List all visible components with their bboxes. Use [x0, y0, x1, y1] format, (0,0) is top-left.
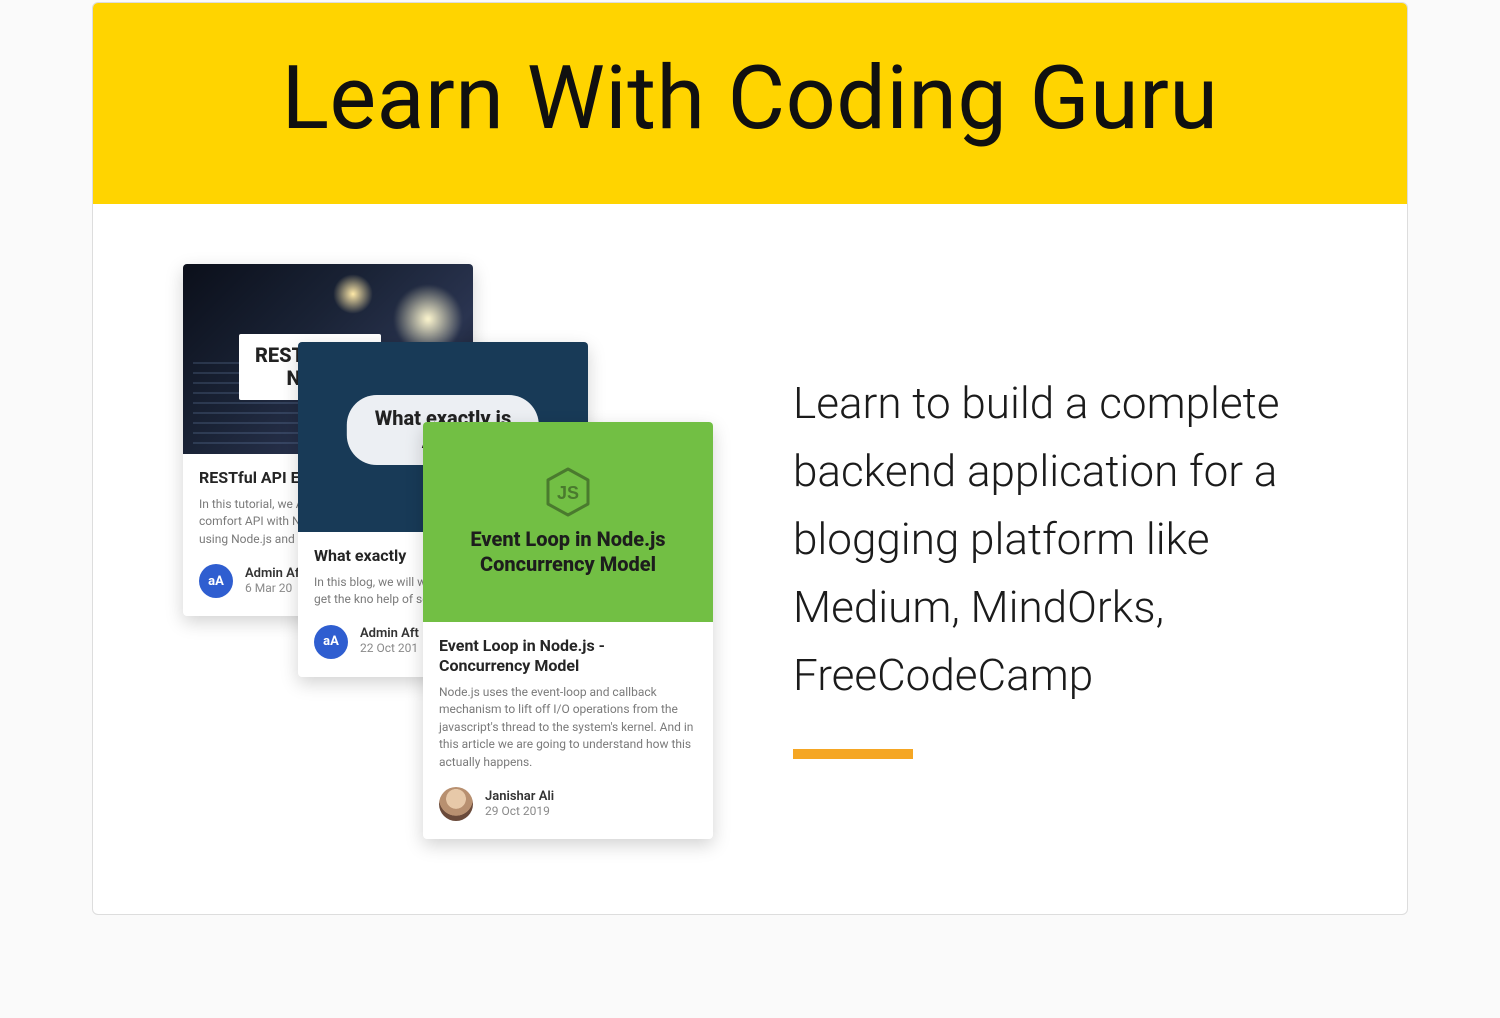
right-column: Learn to build a complete backend applic…: [793, 339, 1337, 760]
author-name: Admin Aft: [360, 627, 419, 642]
author-name: Janishar Ali: [485, 790, 554, 805]
svg-text:JS: JS: [557, 483, 579, 503]
card-excerpt: Node.js uses the event-loop and callback…: [439, 684, 697, 771]
publish-date: 29 Oct 2019: [485, 805, 554, 819]
card-footer: Janishar Ali 29 Oct 2019: [423, 787, 713, 839]
card-title: Event Loop in Node.js - Concurrency Mode…: [439, 636, 697, 676]
publish-date: 22 Oct 201: [360, 642, 419, 656]
lead-paragraph: Learn to build a complete backend applic…: [793, 369, 1337, 710]
card-body: Event Loop in Node.js - Concurrency Mode…: [423, 622, 713, 787]
avatar: [439, 787, 473, 821]
card-hero-label: Event Loop in Node.js Concurrency Model: [470, 527, 665, 577]
card-hero: JS Event Loop in Node.js Concurrency Mod…: [423, 422, 713, 622]
content-row: RESTful API Node RESTful API Express In …: [93, 204, 1407, 914]
avatar: aA: [199, 564, 233, 598]
accent-underline: [793, 749, 913, 759]
banner-title: Learn With Coding Guru: [113, 47, 1387, 150]
author-name: Admin Af: [245, 567, 299, 582]
publish-date: 6 Mar 20: [245, 582, 299, 596]
promo-frame: Learn With Coding Guru RESTful API Node …: [92, 2, 1408, 915]
nodejs-icon: JS: [546, 467, 590, 517]
article-card[interactable]: JS Event Loop in Node.js Concurrency Mod…: [423, 422, 713, 839]
cards-stack: RESTful API Node RESTful API Express In …: [183, 264, 743, 834]
banner: Learn With Coding Guru: [93, 3, 1407, 204]
avatar: aA: [314, 625, 348, 659]
